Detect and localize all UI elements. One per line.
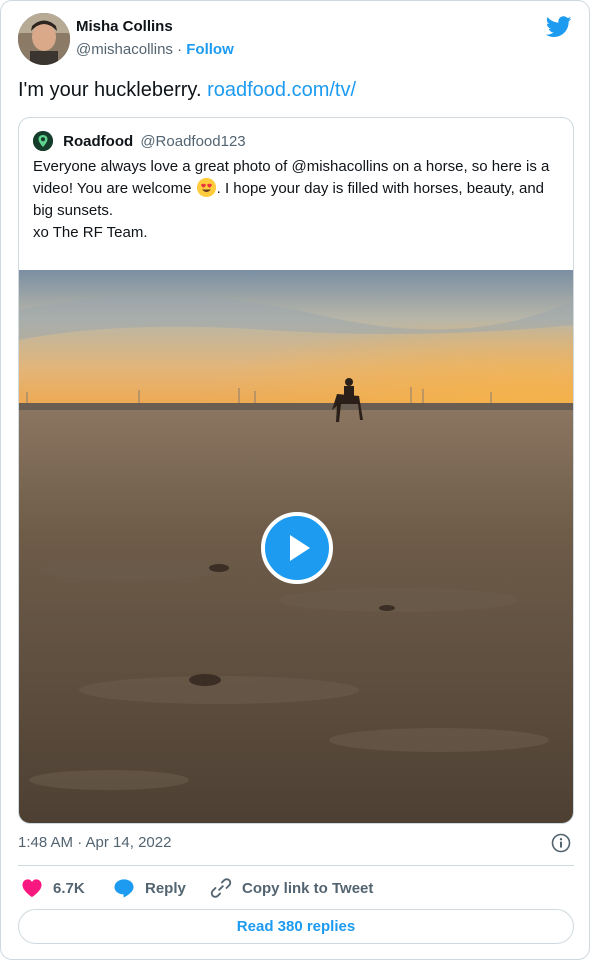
twitter-bird-icon[interactable]: [545, 16, 572, 38]
action-bar: 6.7K Reply Copy link to Tweet: [18, 876, 574, 900]
tweet-embed-card: Misha Collins @mishacollins · Follow I'm…: [0, 0, 590, 960]
follow-button[interactable]: Follow: [186, 41, 234, 58]
tweet-text: I'm your huckleberry. roadfood.com/tv/: [18, 79, 356, 102]
quoted-author-name: Roadfood: [63, 133, 134, 150]
link-icon: [210, 878, 232, 898]
author-name[interactable]: Misha Collins: [76, 18, 173, 35]
heart-icon: [22, 879, 42, 898]
author-handle[interactable]: @mishacollins: [76, 41, 173, 58]
tweet-header: Misha Collins @mishacollins · Follow: [18, 13, 574, 65]
reply-label: Reply: [145, 879, 186, 897]
handle-separator: ·: [177, 41, 183, 58]
tweet-link[interactable]: roadfood.com/tv/: [207, 79, 356, 101]
like-button[interactable]: 6.7K: [21, 876, 85, 900]
play-icon: [290, 535, 310, 561]
info-icon[interactable]: [551, 833, 571, 853]
divider: [18, 865, 574, 866]
play-button[interactable]: [261, 512, 333, 584]
quoted-author-handle: @Roadfood123: [140, 133, 246, 150]
heart-eyes-emoji: [196, 178, 216, 197]
author-avatar[interactable]: [18, 13, 70, 65]
reply-bubble-icon: [114, 879, 134, 898]
quoted-tweet-header: Roadfood @Roadfood123: [33, 131, 246, 153]
quoted-tweet[interactable]: Roadfood @Roadfood123 Everyone always lo…: [18, 117, 574, 824]
tweet-timestamp[interactable]: 1:48 AM · Apr 14, 2022: [18, 834, 171, 851]
quoted-tweet-text: Everyone always love a great photo of @m…: [33, 156, 561, 244]
copy-link-button[interactable]: Copy link to Tweet: [210, 876, 373, 900]
quoted-author-avatar: [33, 131, 53, 151]
video-thumbnail[interactable]: [19, 270, 573, 823]
author-handle-row: @mishacollins · Follow: [76, 41, 234, 58]
like-count: 6.7K: [53, 879, 85, 897]
read-replies-button[interactable]: Read 380 replies: [18, 909, 574, 944]
reply-button[interactable]: Reply: [113, 876, 186, 900]
tweet-text-body: I'm your huckleberry.: [18, 79, 202, 101]
copy-link-label: Copy link to Tweet: [242, 879, 374, 897]
quoted-text-signoff: xo The RF Team.: [33, 224, 148, 241]
